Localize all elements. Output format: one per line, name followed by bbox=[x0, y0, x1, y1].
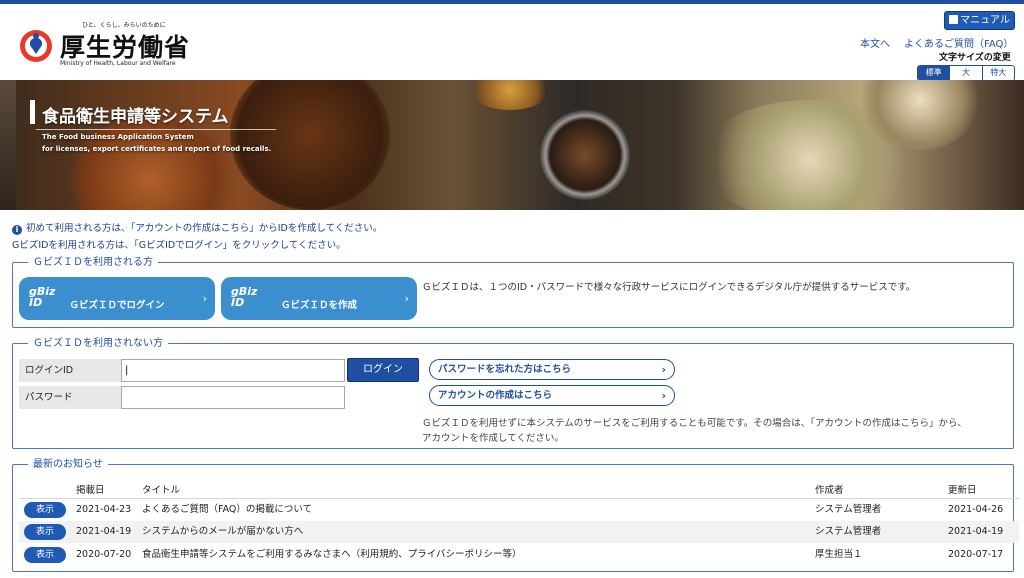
system-title: 食品衛生申請等システム bbox=[42, 107, 229, 127]
password-label: パスワード bbox=[19, 386, 127, 409]
logo-text: 厚生労働省 bbox=[60, 33, 191, 62]
create-account-label: アカウントの作成はこちら bbox=[438, 390, 553, 401]
site-header: ひと、くらし、みらいのために 厚生労働省 Ministry of Health,… bbox=[0, 4, 1024, 81]
login-id-label: ログインID bbox=[19, 359, 127, 382]
gbiz-create-label: ＧビズＩＤを作成 bbox=[280, 300, 357, 311]
login-section: ＧビズＩＤを利用されない方 ログインID パスワード ログイン パスワードを忘れ… bbox=[12, 337, 1014, 449]
login-description-line2: アカウントを作成してください。 bbox=[422, 433, 564, 444]
view-button[interactable]: 表示 bbox=[24, 524, 66, 540]
food-image-sauce-bowl bbox=[470, 80, 550, 110]
system-subtitle-line2: for licenses, export certificates and re… bbox=[42, 145, 272, 153]
chevron-right-icon: › bbox=[661, 389, 666, 402]
view-button[interactable]: 表示 bbox=[24, 547, 66, 563]
news-section-legend: 最新のお知らせ bbox=[28, 458, 108, 471]
notice-gbiz: GビズIDを利用される方は、「GビズIDでログイン」をクリックしてください。 bbox=[12, 240, 346, 251]
gbiz-login-button[interactable]: gBiz ID ＧビズＩＤでログイン › bbox=[19, 277, 215, 320]
book-icon bbox=[949, 15, 959, 24]
news-header-author: 作成者 bbox=[815, 485, 844, 496]
news-header-title: タイトル bbox=[142, 485, 181, 496]
login-button[interactable]: ログイン bbox=[347, 358, 419, 382]
login-section-legend: ＧビズＩＤを利用されない方 bbox=[28, 337, 168, 350]
news-author: システム管理者 bbox=[815, 504, 882, 515]
news-row: 表示 2021-04-23 よくあるご質問（FAQ）の掲載について システム管理… bbox=[19, 498, 1019, 520]
forgot-password-label: パスワードを忘れた方はこちら bbox=[438, 364, 572, 375]
banner-left-edge bbox=[0, 80, 16, 210]
news-author: システム管理者 bbox=[815, 526, 882, 537]
font-size-large[interactable]: 大 bbox=[949, 66, 982, 80]
login-description-line1: ＧビズＩＤを利用せずに本システムのサービスをご利用することも可能です。その場合は… bbox=[422, 418, 968, 429]
skip-to-content-link[interactable]: 本文へ bbox=[860, 35, 890, 50]
banner-rule bbox=[36, 129, 276, 130]
news-date: 2021-04-23 bbox=[76, 504, 132, 515]
news-updated: 2021-04-19 bbox=[948, 526, 1004, 537]
ministry-emblem-icon bbox=[20, 30, 52, 62]
news-row: 表示 2021-04-19 システムからのメールが届かない方へ システム管理者 … bbox=[19, 521, 1019, 543]
news-title: 食品衛生申請等システムをご利用するみなさまへ（利用規約、プライバシーポリシー等） bbox=[142, 549, 522, 560]
news-header-updated: 更新日 bbox=[948, 485, 977, 496]
system-subtitle-line1: The Food business Application System bbox=[42, 133, 194, 141]
gbiz-description: ＧビズＩＤは、１つのID・パスワードで様々な行政サービスにログインできるデジタル… bbox=[422, 282, 916, 293]
manual-label: マニュアル bbox=[960, 15, 1010, 26]
news-row: 表示 2020-07-20 食品衛生申請等システムをご利用するみなさまへ（利用規… bbox=[19, 544, 1019, 566]
font-size-switcher: 標準 大 特大 bbox=[917, 65, 1015, 81]
login-id-input[interactable] bbox=[121, 359, 345, 382]
news-title: システムからのメールが届かない方へ bbox=[142, 526, 304, 537]
create-account-link[interactable]: アカウントの作成はこちら › bbox=[429, 385, 675, 406]
notice-first-time-text: 初めて利用される方は、「アカウントの作成はこちら」からIDを作成してください。 bbox=[26, 223, 383, 234]
notice-first-time: i 初めて利用される方は、「アカウントの作成はこちら」からIDを作成してください。 bbox=[12, 220, 382, 235]
chevron-right-icon: › bbox=[661, 363, 666, 376]
password-input[interactable] bbox=[121, 386, 345, 409]
news-date: 2021-04-19 bbox=[76, 526, 132, 537]
news-header-date: 掲載日 bbox=[76, 485, 105, 496]
gbiz-section: ＧビズＩＤを利用される方 gBiz ID ＧビズＩＤでログイン › gBiz ID … bbox=[12, 256, 1014, 328]
view-button[interactable]: 表示 bbox=[24, 502, 66, 518]
font-size-extra-large[interactable]: 特大 bbox=[981, 66, 1014, 80]
faq-link[interactable]: よくあるご質問（FAQ） bbox=[904, 35, 1013, 50]
hero-banner: 食品衛生申請等システム The Food business Applicatio… bbox=[0, 80, 1024, 210]
news-author: 厚生担当１ bbox=[815, 549, 863, 560]
info-icon: i bbox=[12, 225, 22, 235]
gbiz-login-label: ＧビズＩＤでログイン bbox=[69, 300, 165, 311]
gbiz-create-button[interactable]: gBiz ID ＧビズＩＤを作成 › bbox=[221, 277, 417, 320]
news-updated: 2021-04-26 bbox=[948, 504, 1004, 515]
banner-title-accent bbox=[30, 100, 35, 124]
gbiz-section-legend: ＧビズＩＤを利用される方 bbox=[28, 256, 158, 269]
news-updated: 2020-07-17 bbox=[948, 549, 1004, 560]
chevron-right-icon: › bbox=[404, 292, 409, 305]
ministry-logo[interactable]: ひと、くらし、みらいのために 厚生労働省 Ministry of Health,… bbox=[16, 18, 189, 74]
font-size-standard[interactable]: 標準 bbox=[918, 66, 950, 80]
news-title: よくあるご質問（FAQ）の掲載について bbox=[142, 504, 313, 515]
news-section: 最新のお知らせ 掲載日 タイトル 作成者 更新日 表示 2021-04-23 よ… bbox=[12, 458, 1019, 572]
food-image-sauce-dish bbox=[540, 110, 630, 200]
news-date: 2020-07-20 bbox=[76, 549, 132, 560]
font-size-label: 文字サイズの変更 bbox=[939, 53, 1011, 63]
logo-english: Ministry of Health, Labour and Welfare bbox=[60, 60, 176, 67]
manual-button[interactable]: マニュアル bbox=[944, 11, 1015, 30]
forgot-password-link[interactable]: パスワードを忘れた方はこちら › bbox=[429, 359, 675, 380]
chevron-right-icon: › bbox=[202, 292, 207, 305]
